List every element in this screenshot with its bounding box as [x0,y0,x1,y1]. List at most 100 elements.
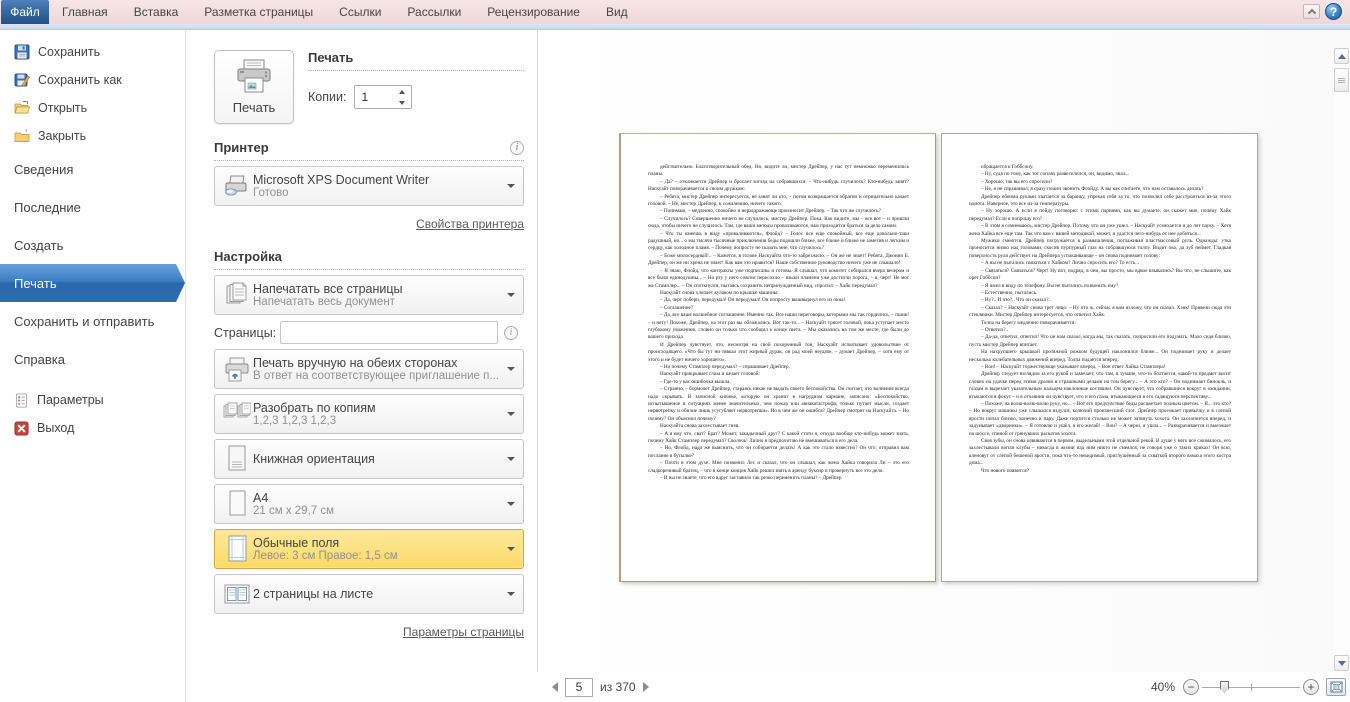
pages-label: Страницы: [214,326,280,340]
sidebar-item-label: Сохранить [38,45,100,59]
dropdown-title: Обычные поля [253,536,501,550]
printer-select[interactable]: Microsoft XPS Document Writer Готово [214,166,524,206]
sidebar-item-label: Последние [14,200,81,215]
pages-info-icon[interactable]: i [504,326,518,340]
sidebar-item-label: Сохранить и отправить [14,314,154,329]
preview-status-bar: из 370 40% − + [537,672,1350,702]
minimize-ribbon-button[interactable] [1303,4,1320,19]
sidebar-item-label: Параметры [37,393,104,407]
print-settings-panel: Печать Печать Копии: Принтер i [187,30,537,702]
sidebar-item-new[interactable]: Создать [0,226,185,264]
dropdown-title: Книжная ориентация [253,452,501,466]
sidebar-item-exit[interactable]: Выход [0,414,185,442]
tab-insert[interactable]: Вставка [121,0,192,24]
copies-decrement-button[interactable] [393,97,411,108]
section-heading-settings: Настройка [214,249,524,270]
manual-duplex-icon [224,356,250,382]
help-icon: ? [1330,5,1337,19]
tab-mailings[interactable]: Рассылки [394,0,474,24]
tab-review[interactable]: Рецензирование [474,0,593,24]
sidebar-item-print[interactable]: Печать [0,264,185,302]
sidebar-item-save-and-send[interactable]: Сохранить и отправить [0,302,185,340]
current-page-input[interactable] [565,678,593,697]
help-button[interactable]: ? [1325,3,1342,20]
dropdown-title: Напечатать все страницы [253,282,501,296]
tab-file[interactable]: Файл [1,0,49,24]
tab-view[interactable]: Вид [593,0,641,24]
page-setup-link[interactable]: Параметры страницы [403,625,524,639]
duplex-select[interactable]: Печать вручную на обеих сторонах В ответ… [214,349,524,389]
paper-size-icon [227,490,247,518]
sidebar-item-label: Сохранить как [38,73,122,87]
dropdown-subtitle: 21 см x 29,7 см [253,505,501,517]
scroll-down-button[interactable] [1334,655,1349,671]
zoom-slider[interactable] [1202,680,1300,695]
scrollbar-thumb[interactable] [1334,68,1349,92]
chevron-down-icon [507,547,515,551]
dropdown-title: Разобрать по копиям [253,401,501,415]
copies-increment-button[interactable] [393,86,411,97]
printer-name: Microsoft XPS Document Writer [253,173,501,187]
dropdown-title: A4 [253,491,501,505]
scroll-up-icon [1338,54,1346,59]
zoom-out-button[interactable]: − [1183,679,1199,695]
next-page-icon[interactable] [643,682,649,692]
page-text: обращается к Гоббсону.– Ну, судя по тому… [969,164,1231,475]
sidebar-item-options[interactable]: Параметры [0,386,185,414]
tab-home[interactable]: Главная [49,0,121,24]
zoom-in-button[interactable]: + [1303,679,1319,695]
previous-page-icon[interactable] [552,682,558,692]
chevron-down-icon [507,457,515,461]
sidebar-item-open[interactable]: Открыть [0,94,185,122]
sidebar-item-close[interactable]: Закрыть [0,122,185,150]
preview-page-left: действительно. Благотворительный обед. Н… [619,133,936,582]
print-button[interactable]: Печать [214,50,294,124]
orientation-select[interactable]: Книжная ориентация [214,439,524,479]
section-heading-printer: Принтер i [214,140,524,161]
margins-select[interactable]: Обычные поля Левое: 3 см Правое: 1,5 см [214,529,524,569]
preview-scrollbar[interactable] [1333,48,1350,672]
sidebar-item-label: Справка [14,352,65,367]
tab-references[interactable]: Ссылки [326,0,394,24]
dropdown-title: Печать вручную на обеих сторонах [253,356,501,370]
zoom-slider-center-tick [1251,684,1252,691]
portrait-orientation-icon [226,445,248,473]
pages-per-sheet-icon [224,583,250,605]
pages-per-sheet-select[interactable]: 2 страницы на листе [214,574,524,614]
sidebar-item-info[interactable]: Сведения [0,150,185,188]
printer-properties-link[interactable]: Свойства принтера [416,217,524,231]
tab-bar-spacer [641,0,1303,24]
dropdown-subtitle: Левое: 3 см Правое: 1,5 см [253,550,501,562]
sidebar-item-label: Закрыть [38,129,86,143]
backstage-sidebar: Сохранить Сохранить как Открыть Закрыть … [0,30,186,702]
sidebar-item-save[interactable]: Сохранить [0,38,185,66]
chevron-up-icon [1307,9,1315,17]
print-range-select[interactable]: Напечатать все страницы Напечатать весь … [214,275,524,315]
dropdown-subtitle: 1,2,3 1,2,3 1,2,3 [253,415,501,427]
sidebar-item-recent[interactable]: Последние [0,188,185,226]
sidebar-item-label: Выход [37,421,74,435]
collate-select[interactable]: Разобрать по копиям 1,2,3 1,2,3 1,2,3 [214,394,524,434]
chevron-down-icon [507,293,515,297]
printer-info-icon[interactable]: i [510,141,524,155]
zoom-slider-thumb[interactable] [1220,681,1229,694]
paper-size-select[interactable]: A4 21 см x 29,7 см [214,484,524,524]
fit-to-page-button[interactable] [1326,678,1346,696]
sidebar-item-help[interactable]: Справка [0,340,185,378]
copies-stepper[interactable] [354,85,412,109]
chevron-down-icon [507,502,515,506]
sidebar-item-label: Открыть [38,101,87,115]
scroll-up-button[interactable] [1334,48,1349,64]
page-count-label: из 370 [600,680,636,694]
pages-input[interactable] [280,321,498,344]
margins-icon [226,535,248,563]
sidebar-item-label: Сведения [14,162,73,177]
section-heading-print: Печать [308,50,524,71]
tab-page-layout[interactable]: Разметка страницы [191,0,326,24]
printer-icon [234,59,274,95]
zoom-percent-label[interactable]: 40% [1151,680,1175,694]
sidebar-item-save-as[interactable]: Сохранить как [0,66,185,94]
zoom-control: 40% − + [1151,678,1346,696]
dropdown-subtitle: В ответ на соответствующее приглашение п… [253,370,501,382]
copies-input[interactable] [355,86,393,108]
